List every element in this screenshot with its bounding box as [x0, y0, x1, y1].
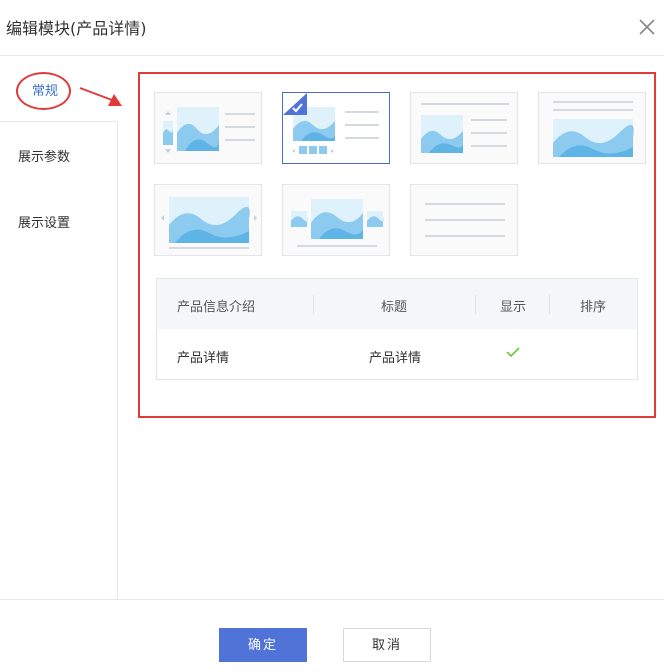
template-option-3[interactable] [410, 92, 518, 164]
cell-product-info: 产品详情 [177, 351, 230, 366]
sidebar: 常规 展示参数 展示设置 [0, 56, 118, 600]
column-divider [549, 295, 550, 314]
sidebar-item-label: 常规 [32, 84, 59, 99]
column-header-title: 标题 [381, 300, 408, 315]
column-header-show: 显示 [500, 300, 527, 315]
sidebar-item-display-params[interactable]: 展示参数 [18, 146, 70, 165]
column-divider [475, 295, 476, 314]
template-thumbnail-icon [425, 203, 505, 237]
column-header-product-info: 产品信息介绍 [177, 300, 256, 315]
template-option-5[interactable] [154, 184, 262, 256]
template-panel: 产品信息介绍 标题 显示 排序 产品详情 产品详情 [138, 72, 656, 418]
annotation-arrow [79, 87, 122, 106]
template-option-1[interactable] [154, 92, 262, 164]
dialog-header: 编辑模块(产品详情) [0, 0, 664, 56]
table-header: 产品信息介绍 标题 显示 排序 [157, 279, 637, 329]
template-option-7[interactable] [410, 184, 518, 256]
sidebar-item-display-settings[interactable]: 展示设置 [18, 212, 70, 231]
template-thumbnail-icon [291, 199, 384, 247]
display-fields-table: 产品信息介绍 标题 显示 排序 产品详情 产品详情 [156, 278, 638, 380]
column-header-sort: 排序 [580, 300, 607, 315]
template-thumbnail-icon [161, 197, 257, 249]
close-icon[interactable] [636, 16, 658, 38]
column-divider [313, 295, 314, 314]
template-option-6[interactable] [282, 184, 390, 256]
cancel-button[interactable]: 取消 [343, 628, 431, 662]
template-option-4[interactable] [538, 92, 646, 164]
check-icon[interactable] [506, 345, 520, 359]
template-thumbnail-icon [421, 103, 509, 153]
dialog-footer: 确定 取消 [0, 599, 664, 672]
template-option-2[interactable] [282, 92, 390, 164]
confirm-button[interactable]: 确定 [219, 628, 307, 662]
cell-title: 产品详情 [369, 351, 422, 366]
template-thumbnail-icon [163, 107, 255, 153]
selected-check-icon [283, 93, 307, 115]
dialog-title: 编辑模块(产品详情) [6, 19, 147, 38]
template-thumbnail-icon [553, 101, 634, 157]
edit-module-dialog: 编辑模块(产品详情) 常规 展示参数 展示设置 产品信息介绍 标题 显示 排序 … [0, 0, 664, 672]
